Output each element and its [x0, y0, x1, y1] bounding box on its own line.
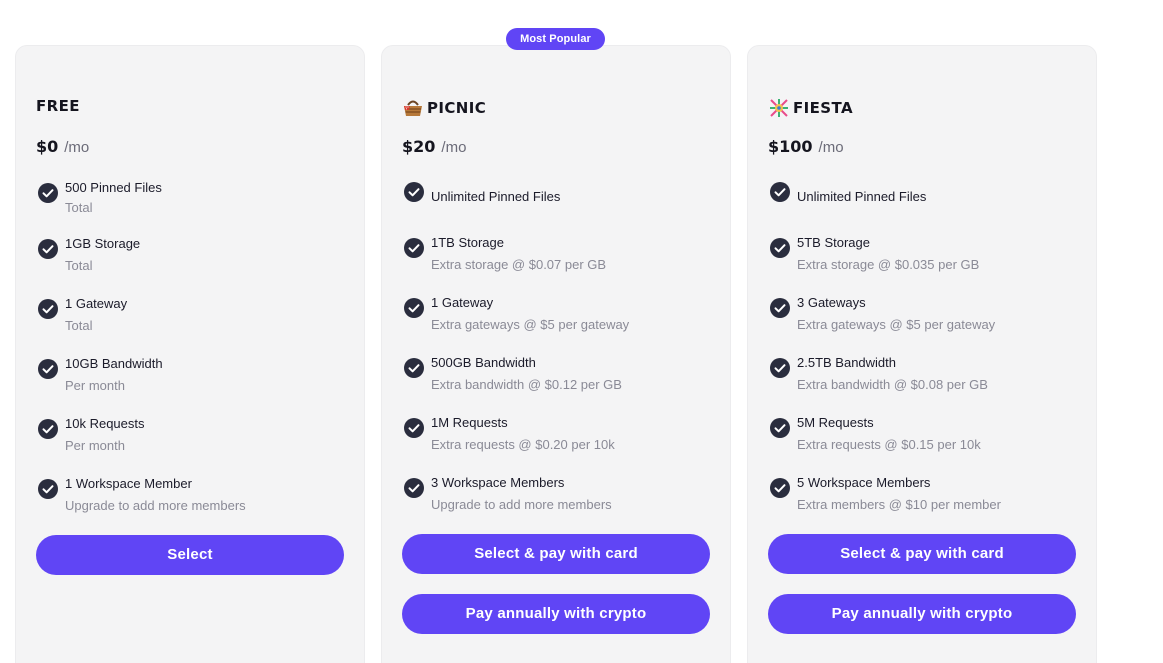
feature-subtitle: Upgrade to add more members	[65, 498, 246, 513]
check-icon	[38, 299, 58, 319]
feature-item: Unlimited Pinned Files	[402, 182, 712, 226]
price-period: /mo	[64, 139, 90, 156]
feature-title: 500 Pinned Files	[65, 180, 162, 195]
feature-title: 1 Gateway	[65, 296, 128, 311]
feature-subtitle: Total	[65, 258, 93, 273]
check-icon	[38, 183, 58, 203]
feature-item: 5TB Storage Extra storage @ $0.035 per G…	[768, 235, 1078, 279]
feature-subtitle: Extra gateways @ $5 per gateway	[431, 317, 630, 332]
feature-title: Unlimited Pinned Files	[797, 189, 927, 204]
feature-title: 5M Requests	[797, 415, 874, 430]
feature-title: 3 Gateways	[797, 295, 866, 310]
check-icon	[404, 182, 424, 202]
feature-subtitle: Total	[65, 318, 93, 333]
feature-title: 3 Workspace Members	[431, 475, 565, 490]
feature-item: 1 Gateway Total	[36, 296, 346, 340]
check-icon	[770, 182, 790, 202]
feature-subtitle: Extra requests @ $0.15 per 10k	[797, 437, 981, 452]
check-icon	[38, 359, 58, 379]
feature-title: 1 Workspace Member	[65, 476, 192, 491]
feature-title: 5TB Storage	[797, 235, 870, 250]
price-amount: $20	[402, 137, 436, 156]
feature-subtitle: Per month	[65, 438, 125, 453]
feature-item: 2.5TB Bandwidth Extra bandwidth @ $0.08 …	[768, 355, 1078, 399]
feature-item: 500 Pinned Files Total	[36, 180, 346, 224]
feature-title: 500GB Bandwidth	[431, 355, 536, 370]
feature-title: 5 Workspace Members	[797, 475, 931, 490]
price-period: /mo	[818, 139, 844, 156]
price-period: /mo	[441, 139, 467, 156]
check-icon	[404, 238, 424, 258]
feature-subtitle: Extra bandwidth @ $0.08 per GB	[797, 377, 988, 392]
feature-subtitle: Extra storage @ $0.035 per GB	[797, 257, 980, 272]
check-icon	[770, 478, 790, 498]
plan-name: FIESTA	[768, 97, 853, 119]
plan-card-picnic: PICNIC $20 /mo Unlimited Pinned Files 1T…	[381, 45, 731, 663]
pay-with-crypto-button[interactable]: Pay annually with crypto	[768, 594, 1076, 634]
check-icon	[770, 418, 790, 438]
check-icon	[770, 298, 790, 318]
pay-with-card-button[interactable]: Select & pay with card	[402, 534, 710, 574]
pay-with-crypto-button[interactable]: Pay annually with crypto	[402, 594, 710, 634]
feature-subtitle: Per month	[65, 378, 125, 393]
feature-subtitle: Extra gateways @ $5 per gateway	[797, 317, 996, 332]
feature-item: 1M Requests Extra requests @ $0.20 per 1…	[402, 415, 712, 459]
check-icon	[770, 358, 790, 378]
feature-title: 1M Requests	[431, 415, 508, 430]
check-icon	[38, 419, 58, 439]
feature-title: 10GB Bandwidth	[65, 356, 163, 371]
feature-item: 3 Gateways Extra gateways @ $5 per gatew…	[768, 295, 1078, 339]
feature-item: 3 Workspace Members Upgrade to add more …	[402, 475, 712, 519]
feature-subtitle: Extra members @ $10 per member	[797, 497, 1001, 512]
check-icon	[38, 479, 58, 499]
plan-name: PICNIC	[402, 97, 486, 119]
plan-card-fiesta: FIESTA $100 /mo Unlimited Pinned Files 5…	[747, 45, 1097, 663]
price: $20 /mo	[402, 137, 466, 156]
price: $0 /mo	[36, 137, 89, 156]
plan-name-label: FREE	[36, 97, 80, 115]
pricing-plans: FREE $0 /mo 500 Pinned Files Total 1GB S…	[0, 0, 1163, 663]
feature-title: 2.5TB Bandwidth	[797, 355, 897, 370]
feature-item: 10GB Bandwidth Per month	[36, 356, 346, 400]
feature-subtitle: Total	[65, 200, 93, 215]
feature-item: 1 Workspace Member Upgrade to add more m…	[36, 476, 346, 520]
feature-item: 5 Workspace Members Extra members @ $10 …	[768, 475, 1078, 519]
feature-subtitle: Extra storage @ $0.07 per GB	[431, 257, 607, 272]
pay-with-card-button[interactable]: Select & pay with card	[768, 534, 1076, 574]
feature-item: 1TB Storage Extra storage @ $0.07 per GB	[402, 235, 712, 279]
feature-title: 1TB Storage	[431, 235, 504, 250]
plan-name-label: PICNIC	[427, 99, 487, 117]
pinata-icon	[770, 99, 788, 117]
feature-subtitle: Extra requests @ $0.20 per 10k	[431, 437, 615, 452]
feature-subtitle: Extra bandwidth @ $0.12 per GB	[431, 377, 622, 392]
most-popular-badge: Most Popular	[506, 28, 605, 50]
check-icon	[404, 418, 424, 438]
plan-name-label: FIESTA	[793, 99, 853, 117]
check-icon	[404, 298, 424, 318]
feature-item: 1GB Storage Total	[36, 236, 346, 280]
select-button[interactable]: Select	[36, 535, 344, 575]
feature-title: 1 Gateway	[431, 295, 494, 310]
plan-name: FREE	[36, 97, 80, 115]
feature-title: Unlimited Pinned Files	[431, 189, 561, 204]
price: $100 /mo	[768, 137, 844, 156]
check-icon	[770, 238, 790, 258]
price-amount: $100	[768, 137, 813, 156]
check-icon	[404, 478, 424, 498]
feature-title: 1GB Storage	[65, 236, 141, 251]
price-amount: $0	[36, 137, 59, 156]
feature-item: 5M Requests Extra requests @ $0.15 per 1…	[768, 415, 1078, 459]
feature-item: 10k Requests Per month	[36, 416, 346, 460]
feature-item: 500GB Bandwidth Extra bandwidth @ $0.12 …	[402, 355, 712, 399]
plan-card-free: FREE $0 /mo 500 Pinned Files Total 1GB S…	[15, 45, 365, 663]
feature-item: Unlimited Pinned Files	[768, 182, 1078, 226]
feature-title: 10k Requests	[65, 416, 145, 431]
feature-subtitle: Upgrade to add more members	[431, 497, 612, 512]
check-icon	[38, 239, 58, 259]
check-icon	[404, 358, 424, 378]
picnic-basket-icon	[404, 100, 422, 116]
feature-item: 1 Gateway Extra gateways @ $5 per gatewa…	[402, 295, 712, 339]
